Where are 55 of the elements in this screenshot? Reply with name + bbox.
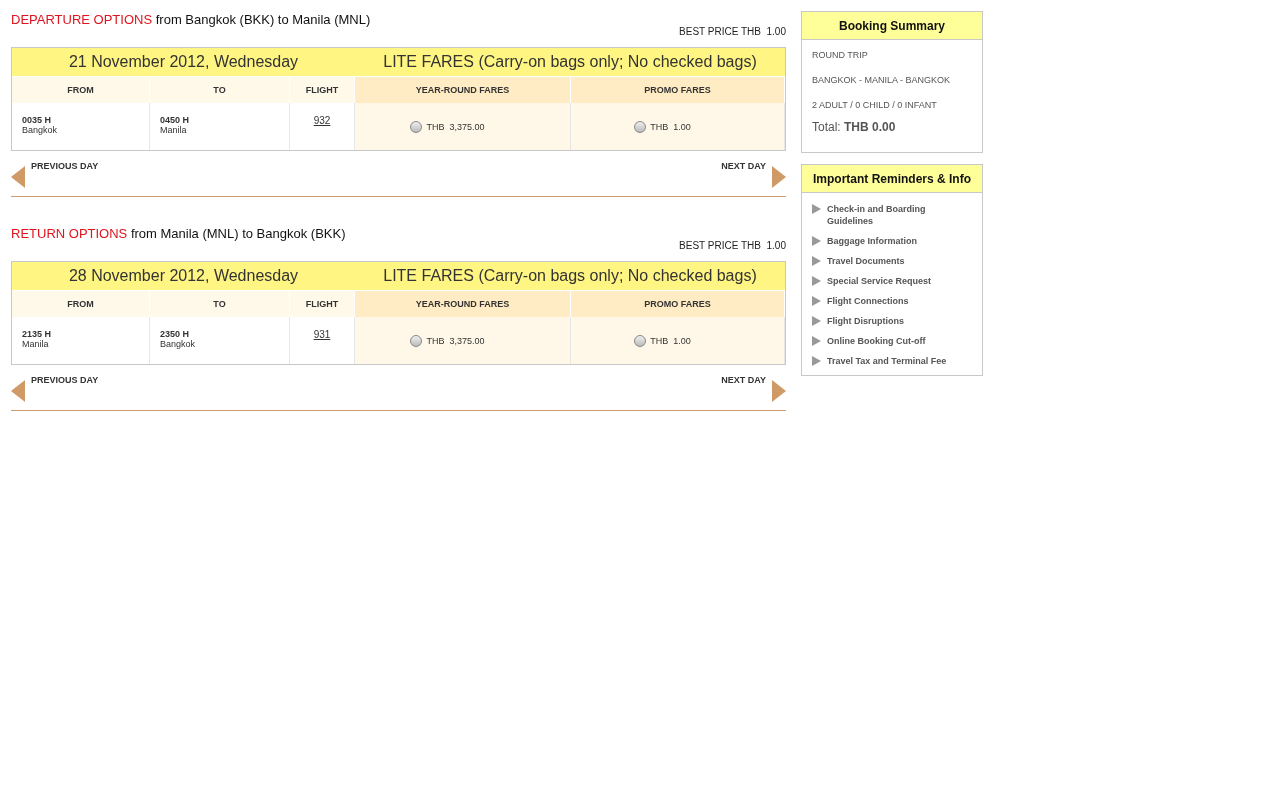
date-heading: 28 November 2012, Wednesday — [12, 262, 355, 290]
column-header: FROM — [12, 290, 150, 317]
fare-option[interactable]: THB 3,375.00 — [410, 120, 485, 133]
column-header: PROMO FARES — [571, 76, 785, 103]
radio-button[interactable] — [634, 120, 647, 133]
radio-button[interactable] — [410, 334, 423, 347]
summary-line: 2 ADULT / 0 CHILD / 0 INFANT — [812, 100, 938, 110]
left-arrow-icon — [11, 166, 25, 188]
right-arrow-icon — [772, 166, 786, 188]
fare-price: THB 3,375.00 — [426, 121, 485, 132]
reminder-link[interactable]: Check-in and Boarding Guidelines — [812, 203, 972, 227]
best-price: BEST PRICE THB 1.00 — [679, 240, 786, 251]
reminder-link[interactable]: Baggage Information — [812, 235, 972, 247]
reminder-link[interactable]: Travel Tax and Terminal Fee — [812, 355, 972, 367]
column-header: YEAR-ROUND FARES — [355, 76, 571, 103]
left-arrow-icon — [11, 380, 25, 402]
next-day-link[interactable]: NEXT DAY — [721, 375, 786, 401]
column-header: FLIGHT — [290, 76, 355, 103]
best-price: BEST PRICE THB 1.00 — [679, 26, 786, 37]
panel-title: Booking Summary — [802, 12, 982, 40]
summary-line: BANGKOK - MANILA - BANGKOK — [812, 75, 952, 85]
fare-option[interactable]: THB 3,375.00 — [410, 334, 485, 347]
right-arrow-icon — [772, 380, 786, 402]
flight-link[interactable]: 931 — [313, 329, 331, 340]
reminder-link[interactable]: Online Booking Cut-off — [812, 335, 972, 347]
reminder-link[interactable]: Flight Disruptions — [812, 315, 972, 327]
section-title: DEPARTURE OPTIONS from Bangkok (BKK) to Manila (MNL) — [11, 12, 371, 27]
fare-heading: LITE FARES (Carry-on bags only; No checked bags) — [355, 262, 785, 290]
column-header: FROM — [12, 76, 150, 103]
reminder-link[interactable]: Flight Connections — [812, 295, 972, 307]
previous-day-link[interactable]: PREVIOUS DAY — [11, 375, 99, 401]
fare-option[interactable]: THB 1.00 — [634, 334, 691, 347]
total-price: Total: THB 0.00 — [812, 120, 897, 134]
section-title: RETURN OPTIONS from Manila (MNL) to Bangkok (BKK) — [11, 226, 346, 241]
fare-price: THB 3,375.00 — [426, 335, 485, 346]
fare-price: THB 1.00 — [650, 335, 691, 346]
column-header: TO — [150, 290, 290, 317]
date-heading: 21 November 2012, Wednesday — [12, 48, 355, 76]
column-header: PROMO FARES — [571, 290, 785, 317]
summary-line: ROUND TRIP — [812, 50, 869, 60]
fare-price: THB 1.00 — [650, 121, 691, 132]
fare-option[interactable]: THB 1.00 — [634, 120, 691, 133]
previous-day-link[interactable]: PREVIOUS DAY — [11, 161, 99, 187]
reminder-link[interactable]: Travel Documents — [812, 255, 972, 267]
panel-title: Important Reminders & Info — [802, 165, 982, 193]
flight-link[interactable]: 932 — [313, 115, 331, 126]
column-header: YEAR-ROUND FARES — [355, 290, 571, 317]
fare-heading: LITE FARES (Carry-on bags only; No checked bags) — [355, 48, 785, 76]
triangle-icon — [812, 204, 821, 214]
radio-button[interactable] — [634, 334, 647, 347]
column-header: FLIGHT — [290, 290, 355, 317]
column-header: TO — [150, 76, 290, 103]
radio-button[interactable] — [410, 120, 423, 133]
reminder-link[interactable]: Special Service Request — [812, 275, 972, 287]
next-day-link[interactable]: NEXT DAY — [721, 161, 786, 187]
